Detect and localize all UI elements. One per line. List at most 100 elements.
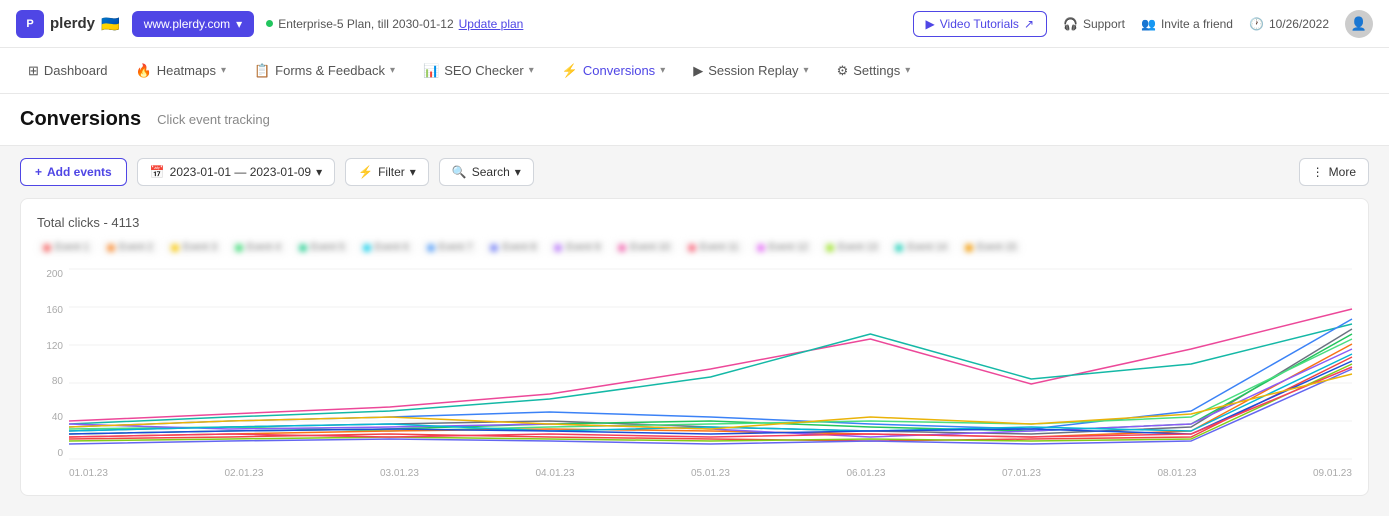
chevron-down-icon: ▾: [236, 17, 242, 31]
y-axis: 20016012080400: [37, 269, 69, 459]
filter-button[interactable]: ⚡ Filter ▾: [345, 158, 429, 186]
nav-icon-settings: ⚙: [837, 63, 849, 79]
y-axis-label: 200: [46, 269, 63, 280]
legend-item: Event 2: [101, 240, 159, 255]
add-events-button[interactable]: + Add events: [20, 158, 127, 186]
invite-icon: 👥: [1141, 17, 1156, 31]
user-avatar[interactable]: 👤: [1345, 10, 1373, 38]
external-link-icon: ↗: [1024, 17, 1034, 31]
nav-item-heatmaps[interactable]: 🔥Heatmaps▾: [124, 55, 238, 87]
chevron-down-icon: ▾: [529, 65, 534, 76]
x-axis-label: 06.01.23: [847, 468, 886, 479]
nav-label-forms-feedback: Forms & Feedback: [275, 63, 385, 78]
current-date: 🕐 10/26/2022: [1249, 17, 1329, 31]
search-button[interactable]: 🔍 Search ▾: [439, 158, 534, 186]
chevron-down-icon: ▾: [390, 65, 395, 76]
total-clicks-label: Total clicks - 4113: [37, 215, 1352, 230]
support-label: Support: [1083, 17, 1125, 31]
nav-icon-forms-feedback: 📋: [254, 63, 270, 79]
green-dot-icon: [266, 20, 273, 27]
legend-item: Event 7: [421, 240, 479, 255]
legend-item: Event 6: [357, 240, 415, 255]
support-button[interactable]: 🎧 Support: [1063, 17, 1125, 31]
x-axis-label: 04.01.23: [536, 468, 575, 479]
chevron-down-icon: ▾: [804, 65, 809, 76]
y-axis-label: 120: [46, 341, 63, 352]
x-axis-label: 02.01.23: [225, 468, 264, 479]
add-events-label: Add events: [47, 165, 112, 179]
legend-item: Event 15: [959, 240, 1022, 255]
nav-icon-dashboard: ⊞: [28, 63, 39, 79]
nav-item-session-replay[interactable]: ▶ Session Replay ▾: [681, 55, 820, 87]
nav-label-conversions: Conversions: [583, 63, 655, 78]
y-axis-label: 80: [52, 376, 63, 387]
legend-item: Event 11: [682, 240, 745, 255]
nav-icon-seo-checker: 📊: [423, 63, 439, 79]
legend-item: Event 10: [612, 240, 675, 255]
page-header: Conversions Click event tracking: [0, 94, 1389, 146]
ukraine-flag: 🇺🇦: [101, 15, 120, 33]
date-range-value: 2023-01-01 — 2023-01-09: [170, 165, 311, 179]
video-tutorials-button[interactable]: ▶ Video Tutorials ↗: [913, 11, 1047, 37]
nav-icon-session-replay: ▶: [693, 63, 703, 79]
x-axis: 01.01.2302.01.2303.01.2304.01.2305.01.23…: [69, 468, 1352, 479]
invite-friend-button[interactable]: 👥 Invite a friend: [1141, 17, 1233, 31]
topbar-right: ▶ Video Tutorials ↗ 🎧 Support 👥 Invite a…: [913, 10, 1373, 38]
y-axis-label: 0: [57, 448, 63, 459]
calendar-icon: 📅: [150, 165, 165, 179]
legend-item: Event 5: [293, 240, 351, 255]
legend-item: Event 14: [889, 240, 952, 255]
more-dots-icon: ⋮: [1312, 165, 1324, 179]
y-axis-label: 40: [52, 412, 63, 423]
chevron-down-icon: ▾: [515, 165, 521, 179]
nav-item-settings[interactable]: ⚙Settings▾: [825, 55, 923, 87]
toolbar: + Add events 📅 2023-01-01 — 2023-01-09 ▾…: [0, 146, 1389, 198]
video-icon: ▶: [926, 17, 935, 31]
x-axis-label: 03.01.23: [380, 468, 419, 479]
legend-item: Event 12: [751, 240, 814, 255]
more-button[interactable]: ⋮ More: [1299, 158, 1369, 186]
logo-text: plerdy: [50, 15, 95, 32]
topbar-left: P plerdy 🇺🇦 www.plerdy.com ▾ Enterprise-…: [16, 10, 523, 38]
chevron-down-icon: ▾: [905, 65, 910, 76]
topbar: P plerdy 🇺🇦 www.plerdy.com ▾ Enterprise-…: [0, 0, 1389, 48]
date-value: 10/26/2022: [1269, 17, 1329, 31]
plus-icon: +: [35, 165, 42, 179]
nav-icon-heatmaps: 🔥: [136, 63, 152, 79]
filter-label: Filter: [378, 165, 405, 179]
user-icon: 👤: [1351, 16, 1367, 32]
x-axis-label: 07.01.23: [1002, 468, 1041, 479]
legend-item: Event 13: [820, 240, 883, 255]
chart-legend: Event 1Event 2Event 3Event 4Event 5Event…: [37, 240, 1352, 255]
page-title: Conversions: [20, 108, 141, 131]
more-label: More: [1329, 165, 1356, 179]
nav-icon-conversions: ⚡: [562, 63, 578, 79]
domain-button[interactable]: www.plerdy.com ▾: [132, 11, 255, 37]
clock-icon: 🕐: [1249, 17, 1264, 31]
legend-item: Event 9: [548, 240, 606, 255]
nav-item-forms-feedback[interactable]: 📋 Forms & Feedback ▾: [242, 55, 407, 87]
legend-item: Event 4: [229, 240, 287, 255]
plan-text: Enterprise-5 Plan, till 2030-01-12: [278, 17, 453, 31]
chart-inner: [69, 269, 1352, 459]
nav-label-session-replay: Session Replay: [708, 63, 798, 78]
chart-svg: [69, 269, 1352, 459]
video-tutorials-label: Video Tutorials: [940, 17, 1019, 31]
nav-item-seo-checker[interactable]: 📊SEO Checker▾: [411, 55, 546, 87]
nav-item-dashboard[interactable]: ⊞Dashboard: [16, 55, 120, 87]
nav-item-conversions[interactable]: ⚡Conversions▾: [550, 55, 677, 87]
domain-label: www.plerdy.com: [144, 17, 230, 31]
logo-icon: P: [16, 10, 44, 38]
page-subtitle: Click event tracking: [157, 112, 270, 127]
chart-area: 20016012080400: [37, 269, 1352, 479]
search-icon: 🔍: [452, 165, 467, 179]
chevron-down-icon: ▾: [316, 165, 322, 179]
update-plan-link[interactable]: Update plan: [459, 17, 524, 31]
x-axis-label: 09.01.23: [1313, 468, 1352, 479]
enterprise-badge: Enterprise-5 Plan, till 2030-01-12 Updat…: [266, 17, 523, 31]
legend-item: Event 8: [484, 240, 542, 255]
chevron-down-icon: ▾: [410, 165, 416, 179]
date-range-button[interactable]: 📅 2023-01-01 — 2023-01-09 ▾: [137, 158, 335, 186]
filter-icon: ⚡: [358, 165, 373, 179]
logo: P plerdy 🇺🇦: [16, 10, 120, 38]
